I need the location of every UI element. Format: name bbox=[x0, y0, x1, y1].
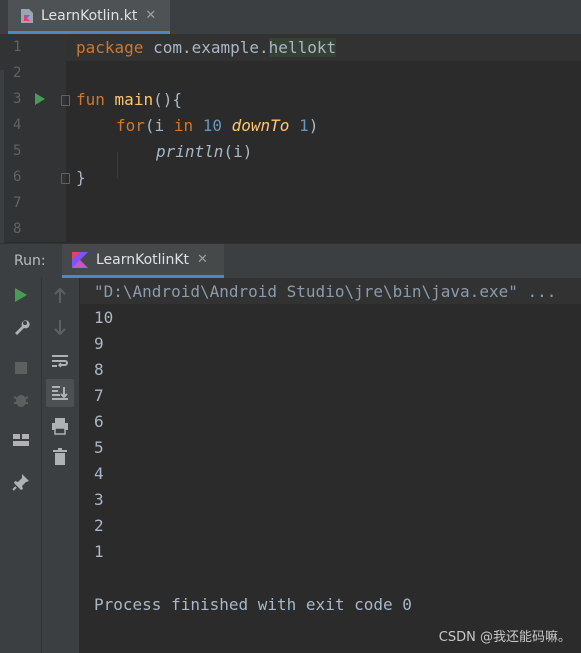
editor-tab-bar: LearnKotlin.kt ✕ bbox=[0, 0, 581, 35]
line-number: 1 bbox=[13, 39, 22, 55]
output-line: 2 bbox=[94, 516, 104, 535]
line-number: 3 bbox=[13, 91, 22, 107]
function-name: main bbox=[114, 90, 154, 109]
indent-guide bbox=[117, 152, 118, 178]
code-line-3: fun main(){ bbox=[76, 90, 182, 109]
output-line: 9 bbox=[94, 334, 104, 353]
output-line: 10 bbox=[94, 308, 114, 327]
wrench-icon[interactable] bbox=[12, 318, 30, 336]
output-line: 7 bbox=[94, 386, 104, 405]
output-line: 1 bbox=[94, 542, 104, 561]
line-number: 2 bbox=[13, 65, 22, 81]
editor-tab-label: LearnKotlin.kt bbox=[41, 7, 138, 24]
line-number: 8 bbox=[13, 221, 22, 237]
code-text: (i) bbox=[223, 142, 253, 161]
up-arrow-icon[interactable] bbox=[51, 287, 69, 305]
keyword: for bbox=[116, 116, 145, 135]
run-tab-label: LearnKotlinKt bbox=[96, 251, 189, 268]
command-text: "D:\Android\Android Studio\jre\bin\java.… bbox=[94, 282, 557, 301]
scroll-to-end-icon[interactable] bbox=[46, 379, 74, 407]
close-tab-icon[interactable]: ✕ bbox=[145, 8, 156, 23]
watermark: CSDN @我还能码嘛。 bbox=[438, 630, 571, 645]
down-arrow-icon[interactable] bbox=[51, 318, 69, 336]
rerun-icon[interactable] bbox=[12, 286, 30, 304]
number-literal: 1 bbox=[299, 116, 309, 135]
punctuation: ) bbox=[308, 116, 319, 135]
keyword: in bbox=[173, 116, 194, 135]
output-line: 8 bbox=[94, 360, 104, 379]
line-number: 6 bbox=[13, 169, 22, 185]
line-number: 7 bbox=[13, 195, 22, 211]
punctuation: (){ bbox=[153, 90, 182, 109]
code-text: (i bbox=[144, 116, 174, 135]
function-call: downTo bbox=[231, 116, 290, 135]
editor-tab-learnkotlin[interactable]: LearnKotlin.kt ✕ bbox=[8, 0, 170, 34]
code-line-1: package com.example.hellokt bbox=[76, 38, 337, 57]
run-panel-header: Run: LearnKotlinKt ✕ bbox=[0, 243, 581, 278]
run-tab-learnkotlinkt[interactable]: LearnKotlinKt ✕ bbox=[62, 244, 224, 278]
console-output[interactable]: "D:\Android\Android Studio\jre\bin\java.… bbox=[80, 278, 581, 653]
line-gutter: 1 2 3 4 5 6 7 8 bbox=[0, 35, 70, 242]
line-number: 5 bbox=[13, 143, 22, 159]
console-toolbar bbox=[42, 278, 80, 653]
output-line: 4 bbox=[94, 464, 104, 483]
output-line: 6 bbox=[94, 412, 104, 431]
pin-icon[interactable] bbox=[12, 473, 30, 491]
print-icon[interactable] bbox=[51, 417, 69, 435]
kotlin-logo-icon bbox=[72, 251, 88, 268]
keyword: fun bbox=[76, 90, 105, 109]
debug-bug-icon[interactable] bbox=[12, 391, 30, 409]
package-name: hellokt bbox=[268, 38, 337, 57]
stop-icon[interactable] bbox=[12, 359, 30, 377]
number-literal: 10 bbox=[202, 116, 222, 135]
exit-message: Process finished with exit code 0 bbox=[94, 595, 412, 614]
punctuation: } bbox=[76, 168, 86, 187]
code-line-6: } bbox=[76, 168, 86, 187]
output-line: 3 bbox=[94, 490, 104, 509]
code-line-4: for(i in 10 downTo 1) bbox=[116, 116, 318, 135]
output-line: 5 bbox=[94, 438, 104, 457]
line-number: 4 bbox=[13, 117, 22, 133]
layout-icon[interactable] bbox=[12, 431, 30, 449]
run-panel-title: Run: bbox=[14, 253, 46, 269]
package-path: com.example. bbox=[153, 38, 269, 57]
close-run-tab-icon[interactable]: ✕ bbox=[197, 252, 208, 267]
fold-marker-icon[interactable] bbox=[61, 173, 70, 184]
run-gutter-icon[interactable] bbox=[35, 93, 45, 105]
code-line-5: println(i) bbox=[156, 142, 252, 161]
code-editor[interactable]: 1 2 3 4 5 6 7 8 package com.example.hell… bbox=[0, 35, 581, 277]
keyword: package bbox=[76, 38, 144, 57]
function-call: println bbox=[156, 142, 224, 161]
run-toolbar bbox=[0, 278, 42, 653]
kotlin-file-icon bbox=[20, 8, 34, 24]
trash-icon[interactable] bbox=[51, 448, 69, 466]
fold-marker-icon[interactable] bbox=[61, 95, 70, 106]
soft-wrap-icon[interactable] bbox=[51, 352, 69, 370]
